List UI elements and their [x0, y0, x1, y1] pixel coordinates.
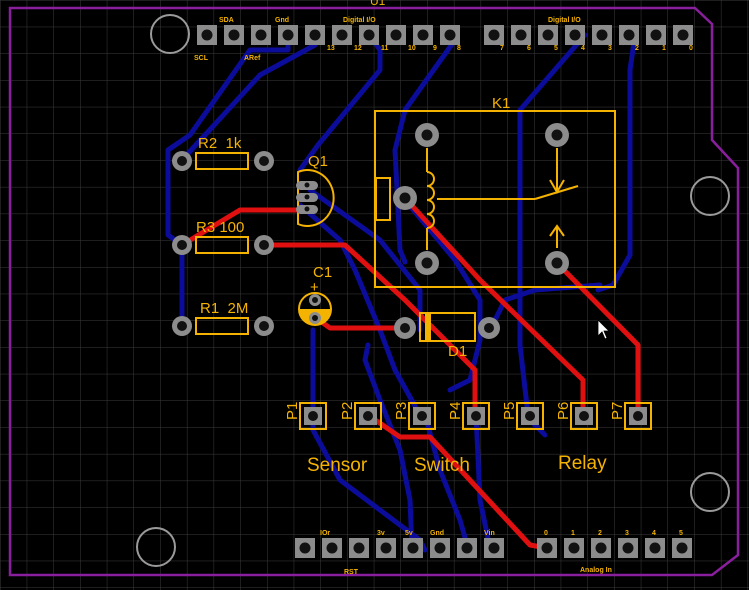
pin-label: 4 [652, 530, 656, 537]
group-label-sensor: Sensor [307, 455, 368, 476]
pin-label: 11 [381, 45, 389, 52]
label-3v: 3v [377, 530, 385, 537]
label-vin: Vin [484, 530, 495, 537]
pin-label: 0 [689, 45, 693, 52]
label-ioref: IOr [320, 530, 330, 537]
pin-label: 12 [354, 45, 362, 52]
label-analog-in: Analog In [580, 567, 612, 574]
pad-p6-label: P6 [555, 402, 572, 420]
pin-label: 5 [554, 45, 558, 52]
pin-label: 1 [571, 530, 575, 537]
header-pin [592, 25, 612, 45]
pad-p2-label: P2 [339, 402, 356, 420]
header-pin [251, 25, 271, 45]
label-digital-io-left: Digital I/O [343, 17, 376, 24]
pin-label: 3 [608, 45, 612, 52]
pin-label: 5 [679, 530, 683, 537]
pcb-board: U1 SDA SCL Gnd ARef Digital I/O Digital … [0, 0, 749, 590]
header-pin [295, 538, 315, 558]
header-pin [645, 538, 665, 558]
pin-label: 7 [500, 45, 504, 52]
label-aref: ARef [244, 55, 261, 62]
group-label-relay: Relay [558, 453, 607, 474]
pin-label: 0 [544, 530, 548, 537]
header-pin [672, 538, 692, 558]
header-pin [440, 25, 460, 45]
header-pin [565, 25, 585, 45]
d1-label: D1 [448, 343, 467, 360]
header-pin [457, 538, 477, 558]
header-pin [646, 25, 666, 45]
pin-label: 13 [327, 45, 335, 52]
header-pin [484, 25, 504, 45]
header-pin [376, 538, 396, 558]
header-pin [430, 538, 450, 558]
header-pin [197, 25, 217, 45]
header-pin [618, 538, 638, 558]
label-gnd-top: Gnd [275, 17, 289, 24]
pin-label: 10 [408, 45, 416, 52]
r2-label: R2 1k [198, 135, 242, 152]
header-pin [591, 538, 611, 558]
r1-label: R1 2M [200, 300, 248, 317]
pin-label: 3 [625, 530, 629, 537]
header-top-designator: U1 [370, 0, 386, 8]
header-pin [403, 538, 423, 558]
header-pin [359, 25, 379, 45]
grid [0, 0, 749, 590]
pad-p1-label: P1 [284, 402, 301, 420]
pin-label: 8 [457, 45, 461, 52]
k1-label: K1 [492, 95, 510, 112]
r3-label: R3 100 [196, 219, 244, 236]
pin-label: 9 [433, 45, 437, 52]
header-pin [673, 25, 693, 45]
label-digital-io-right: Digital I/O [548, 17, 581, 24]
pin-label: 1 [662, 45, 666, 52]
pin-label: 2 [635, 45, 639, 52]
pin-label: 6 [527, 45, 531, 52]
header-pin [511, 25, 531, 45]
header-pin [332, 25, 352, 45]
header-pin [413, 25, 433, 45]
header-pin [278, 25, 298, 45]
header-pin [538, 25, 558, 45]
header-pin [386, 25, 406, 45]
pin-label: 2 [598, 530, 602, 537]
header-pin [564, 538, 584, 558]
header-pin [484, 538, 504, 558]
pin-label: 4 [581, 45, 585, 52]
label-rst: RST [344, 569, 359, 576]
header-pin [537, 538, 557, 558]
label-sda: SDA [219, 17, 234, 24]
header-pin [349, 538, 369, 558]
pad-p4-label: P4 [447, 402, 464, 420]
group-label-switch: Switch [414, 455, 470, 476]
pad-p7-label: P7 [609, 402, 626, 420]
header-pin [224, 25, 244, 45]
header-pin [322, 538, 342, 558]
pad-p5-label: P5 [501, 402, 518, 420]
label-scl: SCL [194, 55, 209, 62]
header-pin [305, 25, 325, 45]
c1-plus-mark: + [310, 279, 319, 296]
label-5v: 5v [405, 530, 413, 537]
pad-p3-label: P3 [393, 402, 410, 420]
header-pin [619, 25, 639, 45]
q1-label: Q1 [308, 153, 328, 170]
label-gnd-bottom: Gnd [430, 530, 444, 537]
